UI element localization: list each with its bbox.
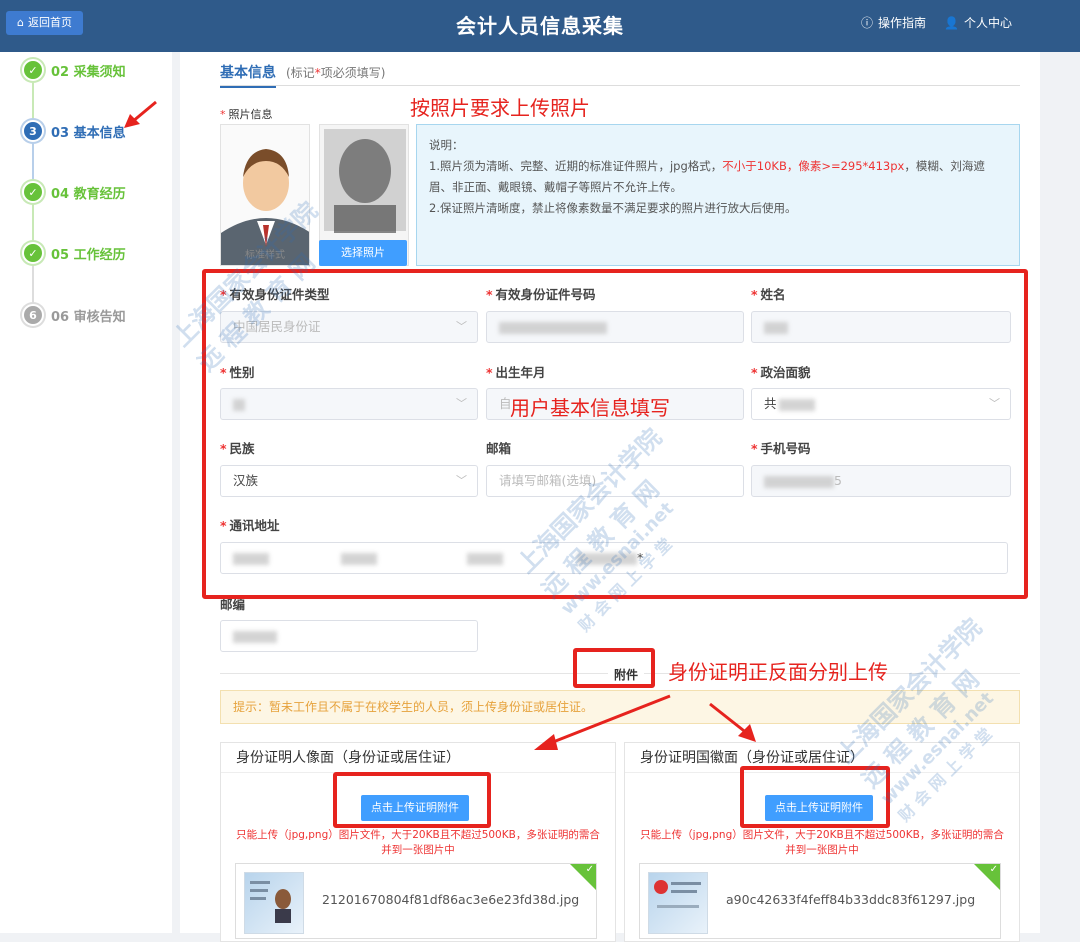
check-icon: ✓ [22, 181, 44, 203]
choose-photo-button[interactable]: 选择照片 [319, 240, 407, 266]
file-name: 21201670804f81df86ac3e6e23fd38d.jpg [322, 892, 580, 907]
desc-line-1: 1.照片须为清晰、完整、近期的标准证件照片，jpg格式，不小于10KB，像素>=… [429, 156, 1007, 198]
tab-header: 基本信息 (标记*项必须填写) [220, 60, 1020, 88]
sample-photo: 标准样式 [220, 124, 310, 266]
info-icon: ⓘ [861, 16, 874, 30]
check-icon: ✓ [22, 59, 44, 81]
step-connector [32, 80, 34, 120]
step-item-collection-notice[interactable]: ✓ 02 采集须知 [22, 59, 126, 81]
guide-link[interactable]: ⓘ 操作指南 [861, 14, 926, 31]
step-connector [32, 264, 34, 306]
photo-annotation: 按照片要求上传照片 [410, 96, 590, 120]
national-emblem-icon [654, 880, 701, 908]
step-connector [32, 202, 34, 244]
redacted-value [233, 630, 277, 643]
form-highlight-frame [202, 269, 1028, 599]
annotation-arrow [124, 100, 157, 128]
desc-line1-a: 1.照片须为清晰、完整、近期的标准证件照片，jpg格式， [429, 159, 723, 173]
step-connector [32, 142, 34, 182]
guide-label: 操作指南 [878, 16, 927, 30]
step-item-education[interactable]: ✓ 04 教育经历 [22, 181, 126, 203]
tab-basic-info[interactable]: 基本信息 [220, 62, 276, 88]
step-item-work[interactable]: ✓ 05 工作经历 [22, 242, 126, 264]
check-icon: ✓ [22, 242, 44, 264]
id-portrait-icon [250, 881, 291, 923]
photo-label-text: 照片信息 [228, 108, 273, 121]
attachment-title-highlight [573, 648, 655, 688]
note-prefix: (标记 [286, 66, 315, 80]
photo-label: * 照片信息 [220, 108, 273, 121]
upload-hint: 只能上传（jpg,png）图片文件，大于20KB且不超过500KB，多张证明的需… [236, 829, 600, 856]
step-label: 06 审核告知 [51, 309, 126, 325]
front-button-highlight [333, 772, 491, 828]
desc-line-2: 2.保证照片清晰度，禁止将像素数量不满足要求的照片进行放大后使用。 [429, 201, 797, 215]
step-label: 02 采集须知 [51, 64, 126, 80]
upload-hint: 只能上传（jpg,png）图片文件，大于20KB且不超过500KB，多张证明的需… [640, 829, 1004, 856]
zip-field[interactable] [220, 620, 478, 652]
step-item-review[interactable]: 6 06 审核告知 [22, 304, 126, 326]
step-number: 3 [22, 120, 44, 142]
photo-description: 说明： 1.照片须为清晰、完整、近期的标准证件照片，jpg格式，不小于10KB，… [416, 124, 1020, 266]
step-sidebar: ✓ 02 采集须知 3 03 基本信息 ✓ 04 教育经历 ✓ 05 工作经历 … [0, 52, 172, 933]
profile-label: 个人中心 [963, 16, 1012, 30]
person-avatar-icon [221, 125, 309, 265]
uploaded-file-item[interactable]: a90c42633f4feff84b33ddc83f61297.jpg ✓ [639, 863, 1001, 939]
top-bar: ⌂ 返回首页 会计人员信息采集 ⓘ 操作指南 👤 个人中心 [0, 0, 1080, 52]
required-note: (标记*项必须填写) [286, 64, 385, 81]
sample-caption: 标准样式 [245, 250, 285, 261]
check-icon: ✓ [585, 864, 594, 875]
profile-link[interactable]: 👤 个人中心 [944, 14, 1012, 31]
annotation-arrows [534, 694, 756, 750]
uploaded-file-item[interactable]: 21201670804f81df86ac3e6e23fd38d.jpg ✓ [235, 863, 597, 939]
step-label: 05 工作经历 [51, 247, 126, 263]
back-button-highlight [740, 766, 890, 828]
check-icon: ✓ [989, 864, 998, 875]
id-upload-annotation: 身份证明正反面分别上传 [668, 660, 888, 684]
step-label: 03 基本信息 [51, 125, 126, 141]
id-card-thumbnail [244, 872, 304, 934]
step-number: 6 [22, 304, 44, 326]
file-name: a90c42633f4feff84b33ddc83f61297.jpg [726, 892, 976, 907]
id-card-thumbnail [648, 872, 708, 934]
note-suffix: 项必须填写) [320, 66, 386, 80]
step-label: 04 教育经历 [51, 186, 126, 202]
user-icon: 👤 [944, 16, 959, 30]
desc-line1-red: 不小于10KB，像素>=295*413px [722, 159, 905, 173]
desc-title: 说明： [429, 138, 464, 152]
step-item-basic-info[interactable]: 3 03 基本信息 [22, 120, 126, 142]
